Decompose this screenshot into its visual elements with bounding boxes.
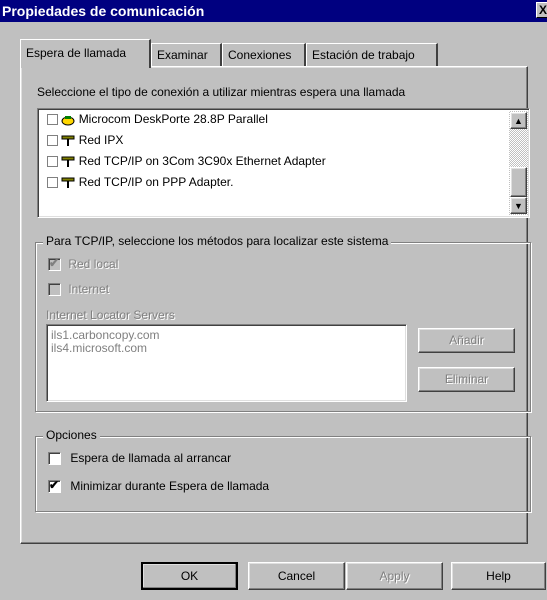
network-icon xyxy=(61,177,75,189)
tcpip-group-label: Para TCP/IP, seleccione los métodos para… xyxy=(43,234,392,248)
servers-label: Internet Locator Servers xyxy=(46,308,175,322)
list-scrollbar[interactable]: ▲ ▼ xyxy=(509,111,528,215)
startup-checkbox[interactable]: Espera de llamada al arrancar xyxy=(48,451,232,466)
checkbox[interactable]: ✔ xyxy=(48,478,61,494)
arrow-up-icon: ▲ xyxy=(514,116,523,126)
apply-button[interactable]: Apply xyxy=(346,562,443,590)
minimize-checkbox[interactable]: ✔ Minimizar durante Espera de llamada xyxy=(48,478,270,494)
checkmark-icon: ✔ xyxy=(49,256,60,271)
checkbox[interactable] xyxy=(47,114,58,126)
button-label: Añadir xyxy=(449,333,484,347)
button-label: OK xyxy=(180,569,199,583)
arrow-down-icon: ▼ xyxy=(514,201,523,211)
list-item-label: Red IPX xyxy=(78,133,124,147)
options-group-label: Opciones xyxy=(43,428,100,442)
red-local-checkbox[interactable]: ✔ Red local xyxy=(48,256,119,272)
checkbox[interactable]: ✔ xyxy=(48,256,61,272)
modem-icon xyxy=(61,114,75,126)
checkbox[interactable] xyxy=(48,283,61,297)
connection-list[interactable]: Microcom DeskPorte 28.8P Parallel Red IP… xyxy=(37,108,530,218)
list-item[interactable]: Red IPX xyxy=(47,133,123,151)
internet-label: Internet xyxy=(68,282,110,296)
list-item[interactable]: Red TCP/IP on PPP Adapter. xyxy=(47,175,233,193)
checkmark-icon: ✔ xyxy=(49,478,60,493)
list-item[interactable]: ils4.microsoft.com xyxy=(47,342,406,355)
list-item[interactable]: Microcom DeskPorte 28.8P Parallel xyxy=(47,112,268,130)
network-icon xyxy=(61,156,75,168)
minimize-label: Minimizar durante Espera de llamada xyxy=(70,479,270,493)
remove-server-button[interactable]: Eliminar xyxy=(418,367,515,392)
list-item-label: Microcom DeskPorte 28.8P Parallel xyxy=(78,112,268,126)
scroll-up-button[interactable]: ▲ xyxy=(510,112,527,129)
connection-prompt: Seleccione el tipo de conexión a utiliza… xyxy=(37,85,406,99)
checkbox[interactable] xyxy=(48,452,61,466)
panel-content: Seleccione el tipo de conexión a utiliza… xyxy=(0,0,547,600)
button-label: Help xyxy=(486,569,511,583)
network-icon xyxy=(61,135,75,147)
help-button[interactable]: Help xyxy=(451,562,546,590)
button-label: Eliminar xyxy=(444,372,489,386)
options-group xyxy=(35,436,531,512)
servers-list[interactable]: ils1.carboncopy.com ils4.microsoft.com xyxy=(46,324,407,402)
checkbox[interactable] xyxy=(47,156,58,168)
checkbox[interactable] xyxy=(47,135,58,147)
scroll-thumb[interactable] xyxy=(510,167,527,197)
add-server-button[interactable]: Añadir xyxy=(418,328,515,353)
scroll-down-button[interactable]: ▼ xyxy=(510,197,527,214)
button-label: Apply xyxy=(379,569,410,583)
checkbox[interactable] xyxy=(47,177,58,189)
cancel-button[interactable]: Cancel xyxy=(248,562,345,590)
button-label: Cancel xyxy=(277,569,316,583)
list-item[interactable]: Red TCP/IP on 3Com 3C90x Ethernet Adapte… xyxy=(47,154,326,172)
ok-button[interactable]: OK xyxy=(141,562,238,590)
internet-checkbox[interactable]: Internet xyxy=(48,282,110,297)
red-local-label: Red local xyxy=(68,257,119,271)
startup-label: Espera de llamada al arrancar xyxy=(70,451,232,465)
list-item-label: Red TCP/IP on 3Com 3C90x Ethernet Adapte… xyxy=(78,154,326,168)
list-item-label: Red TCP/IP on PPP Adapter. xyxy=(78,175,234,189)
